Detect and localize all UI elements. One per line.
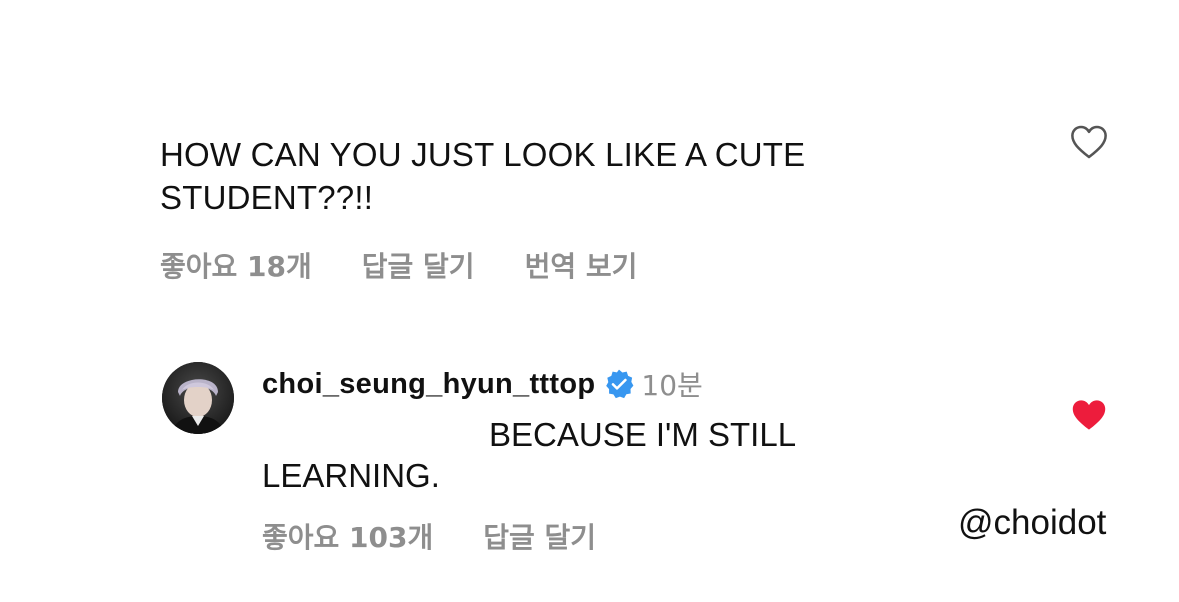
timestamp: 10분	[641, 369, 703, 402]
comment-likes-count[interactable]: 좋아요 18개	[160, 245, 312, 285]
verified-badge-icon	[606, 369, 634, 399]
reply-text: BECAUSE I'M STILL LEARNING.	[262, 414, 962, 496]
watermark-handle: @choidot	[958, 503, 1107, 542]
comment: HOW CAN YOU JUST LOOK LIKE A CUTE STUDEN…	[160, 133, 920, 285]
heart-outline-icon[interactable]	[1070, 124, 1108, 160]
reply-comment: choi_seung_hyun_tttop 10분 BECAUSE I'M ST…	[262, 364, 962, 556]
comment-text: HOW CAN YOU JUST LOOK LIKE A CUTE STUDEN…	[160, 136, 806, 216]
comment-reply-button[interactable]: 답글 달기	[362, 245, 475, 285]
reply-likes-count[interactable]: 좋아요 103개	[262, 516, 433, 556]
avatar[interactable]	[162, 362, 234, 434]
reply-header: choi_seung_hyun_tttop 10분	[262, 364, 962, 404]
comment-translate-button[interactable]: 번역 보기	[525, 245, 638, 285]
heart-filled-icon[interactable]	[1070, 398, 1108, 432]
avatar-image	[162, 362, 234, 434]
username[interactable]: choi_seung_hyun_tttop	[262, 368, 595, 401]
reply-text-line1: BECAUSE I'M STILL	[489, 416, 797, 453]
reply-text-line2: LEARNING.	[262, 457, 440, 494]
reply-reply-button[interactable]: 답글 달기	[483, 516, 596, 556]
reply-actions: 좋아요 103개 답글 달기	[262, 516, 962, 556]
comment-actions: 좋아요 18개 답글 달기 번역 보기	[160, 245, 920, 285]
